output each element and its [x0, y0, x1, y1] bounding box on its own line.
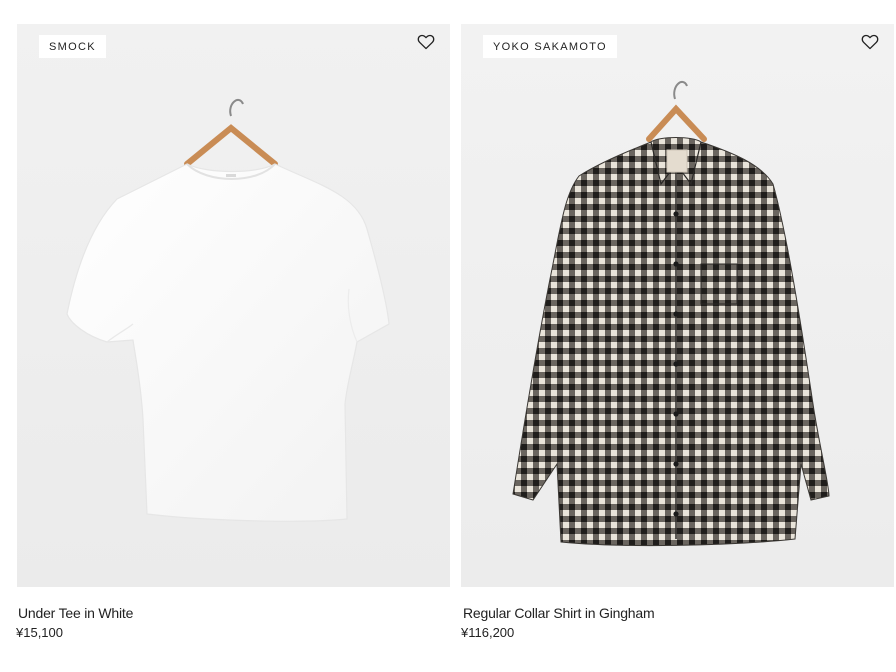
gingham-shirt-image: [512, 80, 830, 547]
product-price: ¥15,100: [16, 625, 63, 640]
white-tshirt-image: [66, 98, 390, 522]
product-card[interactable]: SMOCK Under Tee in White ¥15,100: [16, 24, 450, 640]
heart-icon[interactable]: [416, 32, 436, 52]
product-name[interactable]: Under Tee in White: [18, 605, 133, 621]
product-image[interactable]: SMOCK: [17, 24, 450, 587]
product-card[interactable]: YOKO SAKAMOTO Regular Collar Shirt in Gi…: [461, 24, 894, 640]
product-name[interactable]: Regular Collar Shirt in Gingham: [463, 605, 655, 621]
product-price: ¥116,200: [461, 625, 515, 640]
brand-badge: SMOCK: [39, 35, 106, 58]
brand-badge: YOKO SAKAMOTO: [483, 35, 617, 58]
product-image[interactable]: YOKO SAKAMOTO: [461, 24, 894, 587]
heart-icon[interactable]: [860, 32, 880, 52]
